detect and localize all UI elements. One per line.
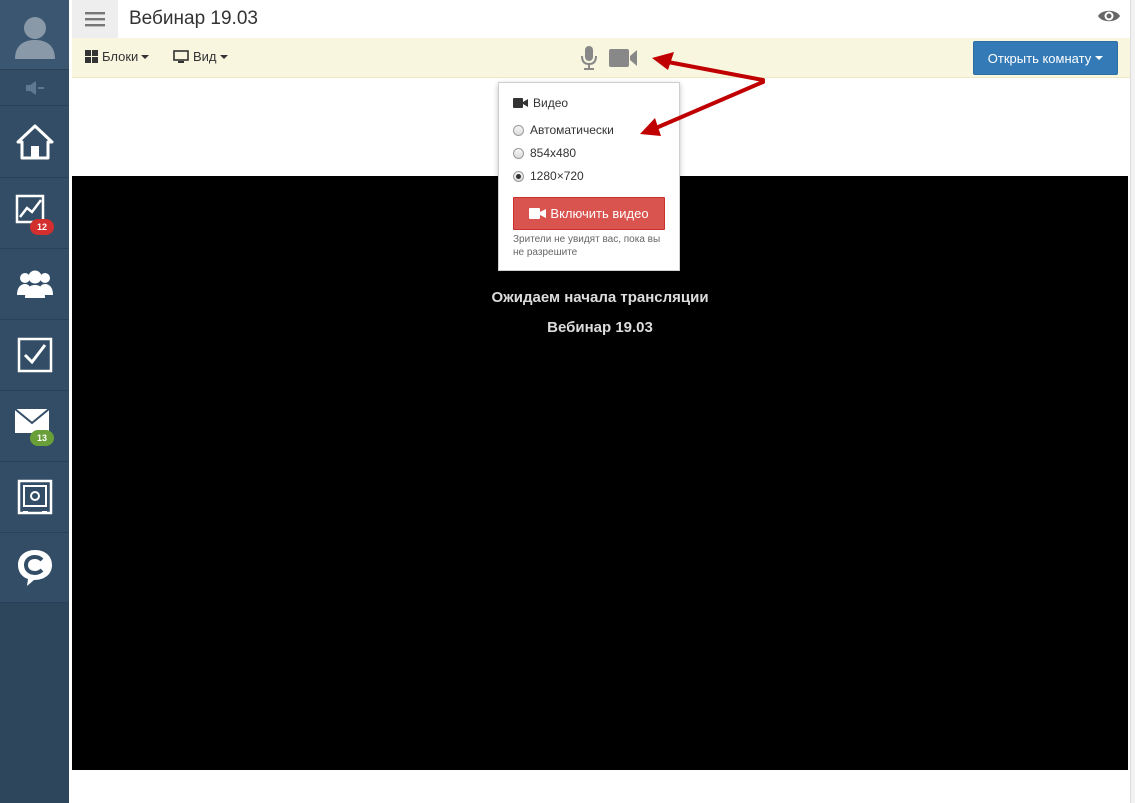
resolution-option-854x480[interactable]: 854x480 (513, 146, 576, 160)
resolution-option-1280x720[interactable]: 1280×720 (513, 169, 584, 183)
users-icon (16, 270, 53, 298)
speaker-icon (25, 80, 44, 95)
webinar-name: Вебинар 19.03 (547, 319, 653, 336)
header: Вебинар 19.03 (72, 0, 1135, 38)
monitor-icon (173, 49, 189, 63)
video-camera-icon (609, 49, 637, 67)
sidebar-item-tasks[interactable] (0, 320, 69, 391)
mail-count-badge: 13 (30, 430, 55, 446)
enable-video-label: Включить видео (550, 206, 649, 221)
stats-count-badge: 12 (30, 219, 55, 235)
window-edge (1130, 0, 1135, 803)
radio-1280x720[interactable] (513, 170, 524, 182)
microphone-button[interactable] (580, 45, 598, 76)
sidebar-avatar[interactable] (0, 0, 69, 70)
caret-down-icon (141, 54, 150, 59)
sidebar-item-safe[interactable] (0, 462, 69, 533)
sidebar-filler (0, 603, 69, 803)
video-camera-icon (529, 208, 547, 219)
video-settings-popup: Видео Автоматически 854x480 1280×720 Вкл… (498, 82, 680, 271)
view-dropdown[interactable]: Вид (173, 49, 228, 64)
sidebar-item-sound[interactable] (0, 70, 69, 106)
sidebar: 12 13 (0, 0, 69, 803)
preview-button[interactable] (1097, 7, 1121, 30)
resolution-option-label: Автоматически (530, 123, 614, 137)
hamburger-icon (85, 12, 105, 27)
waiting-message: Ожидаем начала трансляции (491, 289, 709, 306)
caret-down-icon (219, 54, 228, 59)
grid-icon (85, 50, 98, 63)
radio-auto[interactable] (513, 124, 524, 136)
popup-heading-text: Видео (533, 96, 569, 110)
resolution-option-auto[interactable]: Автоматически (513, 123, 614, 137)
blocks-dropdown[interactable]: Блоки (85, 49, 150, 64)
resolution-option-label: 1280×720 (530, 169, 584, 183)
enable-video-button[interactable]: Включить видео (513, 197, 665, 230)
menu-button[interactable] (72, 0, 118, 38)
open-room-button[interactable]: Открыть комнату (973, 41, 1118, 75)
sidebar-item-brand[interactable] (0, 533, 69, 603)
blocks-label: Блоки (102, 49, 139, 64)
sidebar-item-home[interactable] (0, 106, 69, 178)
avatar-icon (14, 16, 55, 59)
page-title: Вебинар 19.03 (129, 8, 258, 29)
resolution-option-label: 854x480 (530, 146, 577, 160)
eye-icon (1098, 10, 1120, 22)
popup-heading: Видео (513, 96, 568, 110)
checkbox-icon (17, 337, 52, 373)
toolbar: Блоки Вид Открыть комнату (72, 38, 1130, 78)
safe-icon (17, 479, 52, 515)
popup-note: Зрители не увидят вас, пока вы не разреш… (513, 234, 661, 258)
view-label: Вид (193, 49, 217, 64)
radio-854x480[interactable] (513, 147, 524, 159)
sidebar-item-users[interactable] (0, 249, 69, 320)
sidebar-item-stats[interactable]: 12 (0, 178, 69, 249)
video-camera-icon (513, 98, 528, 108)
content-bottom-area (72, 770, 1130, 803)
caret-down-icon (1095, 56, 1104, 60)
brand-logo-icon (17, 549, 52, 586)
sidebar-item-mail[interactable]: 13 (0, 391, 69, 462)
microphone-icon (581, 46, 597, 70)
home-icon (16, 124, 53, 159)
open-room-label: Открыть комнату (987, 50, 1092, 66)
camera-button[interactable] (608, 48, 638, 73)
